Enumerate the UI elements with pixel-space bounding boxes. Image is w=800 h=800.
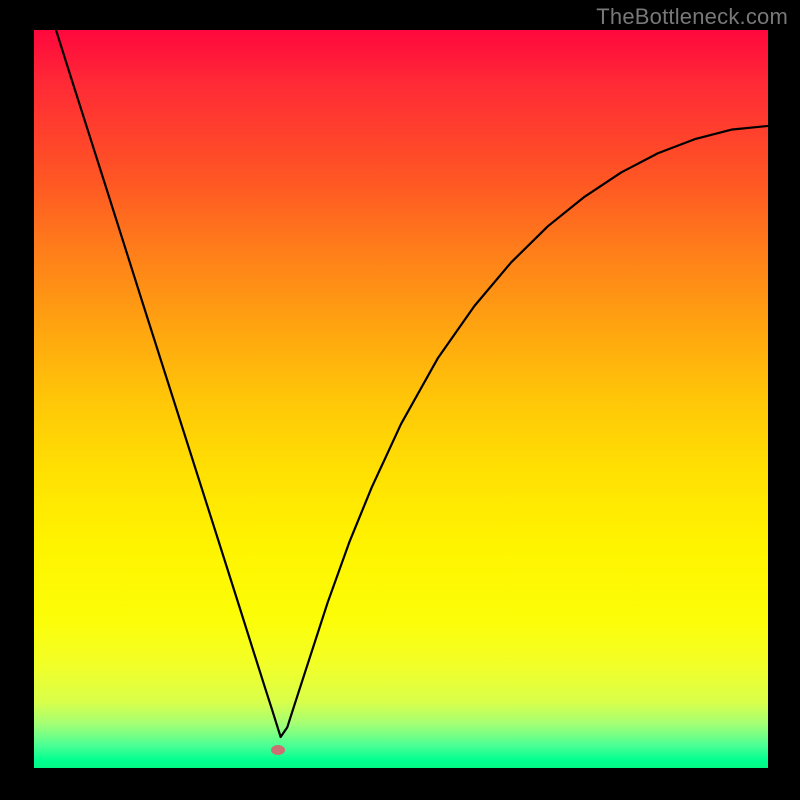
chart-plot-area xyxy=(34,30,768,768)
watermark-text: TheBottleneck.com xyxy=(596,4,788,30)
bottleneck-curve xyxy=(34,30,768,768)
minimum-marker-dot xyxy=(271,745,285,755)
